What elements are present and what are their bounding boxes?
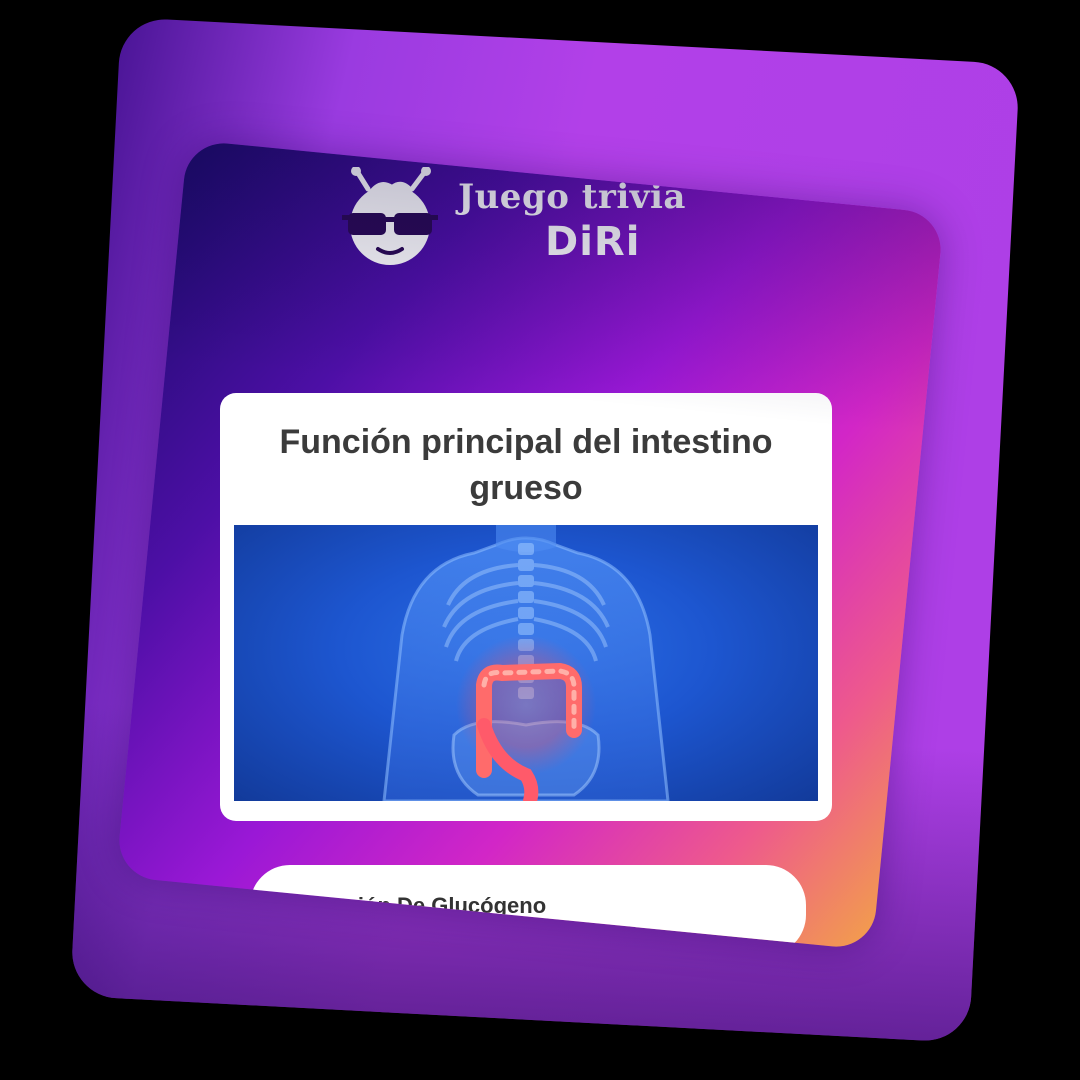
sunglasses-mascot-icon bbox=[342, 167, 438, 265]
question-card: Función principal del intestino grueso bbox=[220, 393, 832, 821]
stage: Juego trivia DiRi Función principal del … bbox=[0, 0, 1080, 1080]
intestine-illustration bbox=[382, 525, 670, 801]
trivia-card-content: Juego trivia DiRi Función principal del … bbox=[150, 167, 910, 951]
question-image bbox=[234, 525, 818, 801]
question-title: Función principal del intestino grueso bbox=[279, 423, 773, 507]
trivia-card: Juego trivia DiRi Función principal del … bbox=[115, 139, 945, 951]
logo-brand: DiRi bbox=[545, 219, 641, 265]
